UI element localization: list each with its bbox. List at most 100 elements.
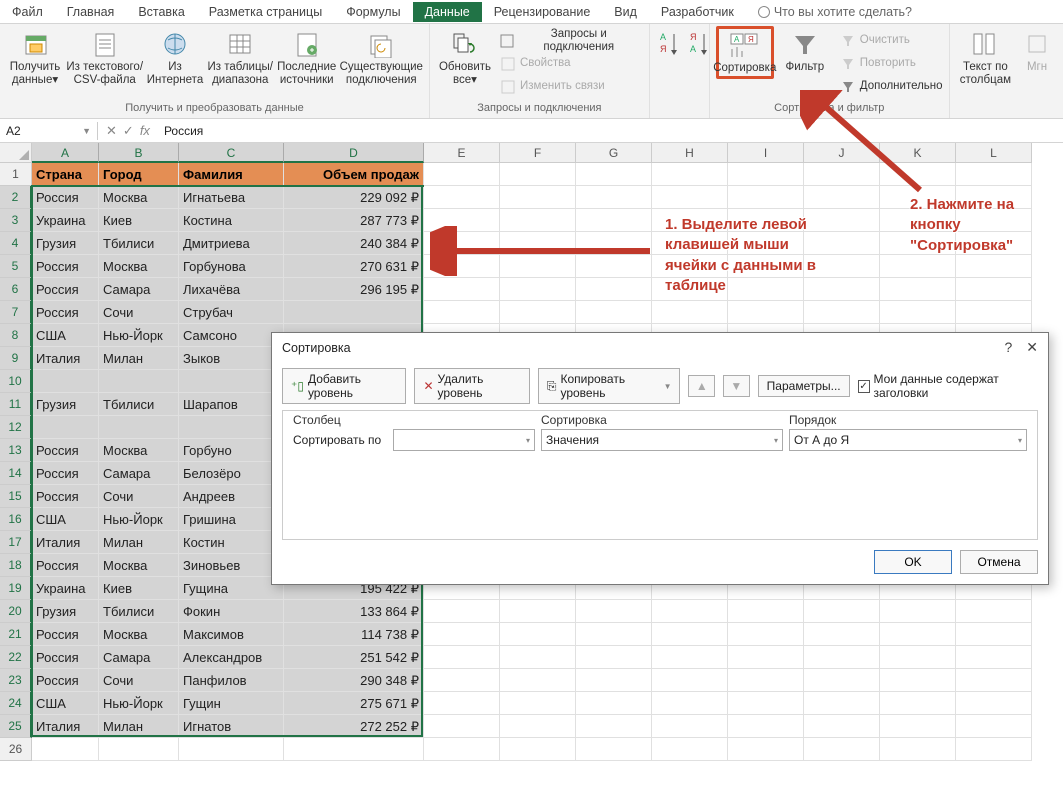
cell[interactable]: Украина [32,209,99,232]
cell[interactable]: Милан [99,347,179,370]
cell[interactable] [179,416,284,439]
cell[interactable] [956,623,1032,646]
cell[interactable] [284,301,424,324]
cancel-icon[interactable]: ✕ [106,123,117,139]
row-header[interactable]: 3 [0,209,32,232]
cell[interactable] [500,669,576,692]
row-header[interactable]: 9 [0,347,32,370]
cell[interactable]: Шарапов [179,393,284,416]
cell[interactable]: Белозёро [179,462,284,485]
cell[interactable]: Нью-Йорк [99,692,179,715]
cell[interactable]: Гущина [179,577,284,600]
close-icon[interactable]: ✕ [1026,339,1038,356]
cell[interactable] [424,163,500,186]
cell[interactable]: США [32,508,99,531]
row-header[interactable]: 5 [0,255,32,278]
sort-column-select[interactable]: ▾ [393,429,535,451]
cell[interactable] [179,738,284,761]
cell[interactable]: Лихачёва [179,278,284,301]
sort-order-select[interactable]: От А до Я▾ [789,429,1027,451]
column-header[interactable]: L [956,143,1032,163]
copy-level-button[interactable]: ⎘Копировать уровень▼ [538,368,681,404]
select-all-button[interactable] [0,143,32,163]
menu-item[interactable]: Главная [55,2,127,22]
menu-item[interactable]: Файл [0,2,55,22]
cell[interactable] [652,186,728,209]
row-header[interactable]: 6 [0,278,32,301]
cell[interactable]: Костина [179,209,284,232]
cell[interactable]: Италия [32,715,99,738]
cell[interactable] [32,370,99,393]
cell[interactable] [652,692,728,715]
cell[interactable] [956,278,1032,301]
row-header[interactable]: 1 [0,163,32,186]
cell[interactable] [424,278,500,301]
column-header[interactable]: B [99,143,179,163]
tell-me-input[interactable]: Что вы хотите сделать? [746,2,924,22]
cell[interactable] [576,278,652,301]
column-header[interactable]: H [652,143,728,163]
cell[interactable]: Россия [32,669,99,692]
ribbon-small-button[interactable]: Изменить связи [496,76,643,98]
row-header[interactable]: 4 [0,232,32,255]
row-header[interactable]: 20 [0,600,32,623]
cell[interactable] [99,370,179,393]
cell[interactable] [956,692,1032,715]
cell[interactable]: Россия [32,278,99,301]
cell[interactable] [424,600,500,623]
cell[interactable] [576,646,652,669]
cell[interactable] [500,715,576,738]
cell[interactable]: Грузия [32,600,99,623]
cell[interactable]: Объем продаж [284,163,424,186]
text-to-columns-button[interactable]: Текст по столбцам [956,26,1015,87]
cell[interactable] [500,186,576,209]
fx-icon[interactable]: fx [140,123,150,138]
cell[interactable]: США [32,324,99,347]
cell[interactable] [500,600,576,623]
cell[interactable]: Игнатов [179,715,284,738]
cell[interactable] [652,163,728,186]
cell[interactable] [956,669,1032,692]
cell[interactable]: Москва [99,554,179,577]
flash-fill-button[interactable]: Мгн [1017,26,1057,74]
cell[interactable]: Россия [32,255,99,278]
cell[interactable]: Италия [32,531,99,554]
ribbon-button[interactable]: Из текстового/ CSV-файла [66,26,143,87]
cell[interactable] [424,715,500,738]
cell[interactable]: 240 384 ₽ [284,232,424,255]
cell[interactable]: Италия [32,347,99,370]
cell[interactable]: Россия [32,485,99,508]
cell[interactable]: Струбач [179,301,284,324]
move-up-button[interactable]: ▲ [688,375,715,397]
sort-az-button[interactable]: АЯ [656,26,684,61]
cell[interactable] [576,163,652,186]
cell[interactable]: Александров [179,646,284,669]
delete-level-button[interactable]: ✕Удалить уровень [414,368,529,404]
row-header[interactable]: 12 [0,416,32,439]
row-header[interactable]: 8 [0,324,32,347]
cell[interactable] [576,692,652,715]
row-header[interactable]: 10 [0,370,32,393]
column-header[interactable]: E [424,143,500,163]
cell[interactable]: 287 773 ₽ [284,209,424,232]
cell[interactable] [576,738,652,761]
menu-item[interactable]: Рецензирование [482,2,603,22]
cell[interactable] [880,715,956,738]
cell[interactable] [99,738,179,761]
cell[interactable] [576,301,652,324]
cell[interactable] [804,646,880,669]
ribbon-button[interactable]: Последние источники [276,26,338,87]
cell[interactable] [880,600,956,623]
cell[interactable]: Россия [32,623,99,646]
cell[interactable]: Россия [32,301,99,324]
cell[interactable]: Россия [32,554,99,577]
ribbon-button[interactable]: Существующие подключения [340,26,423,87]
cell[interactable] [500,163,576,186]
menu-item[interactable]: Разработчик [649,2,746,22]
cell[interactable]: Гущин [179,692,284,715]
cell[interactable] [424,646,500,669]
cell[interactable]: Горбуно [179,439,284,462]
cell[interactable]: Панфилов [179,669,284,692]
sort-options-button[interactable]: Параметры... [758,375,850,397]
column-header[interactable]: C [179,143,284,163]
